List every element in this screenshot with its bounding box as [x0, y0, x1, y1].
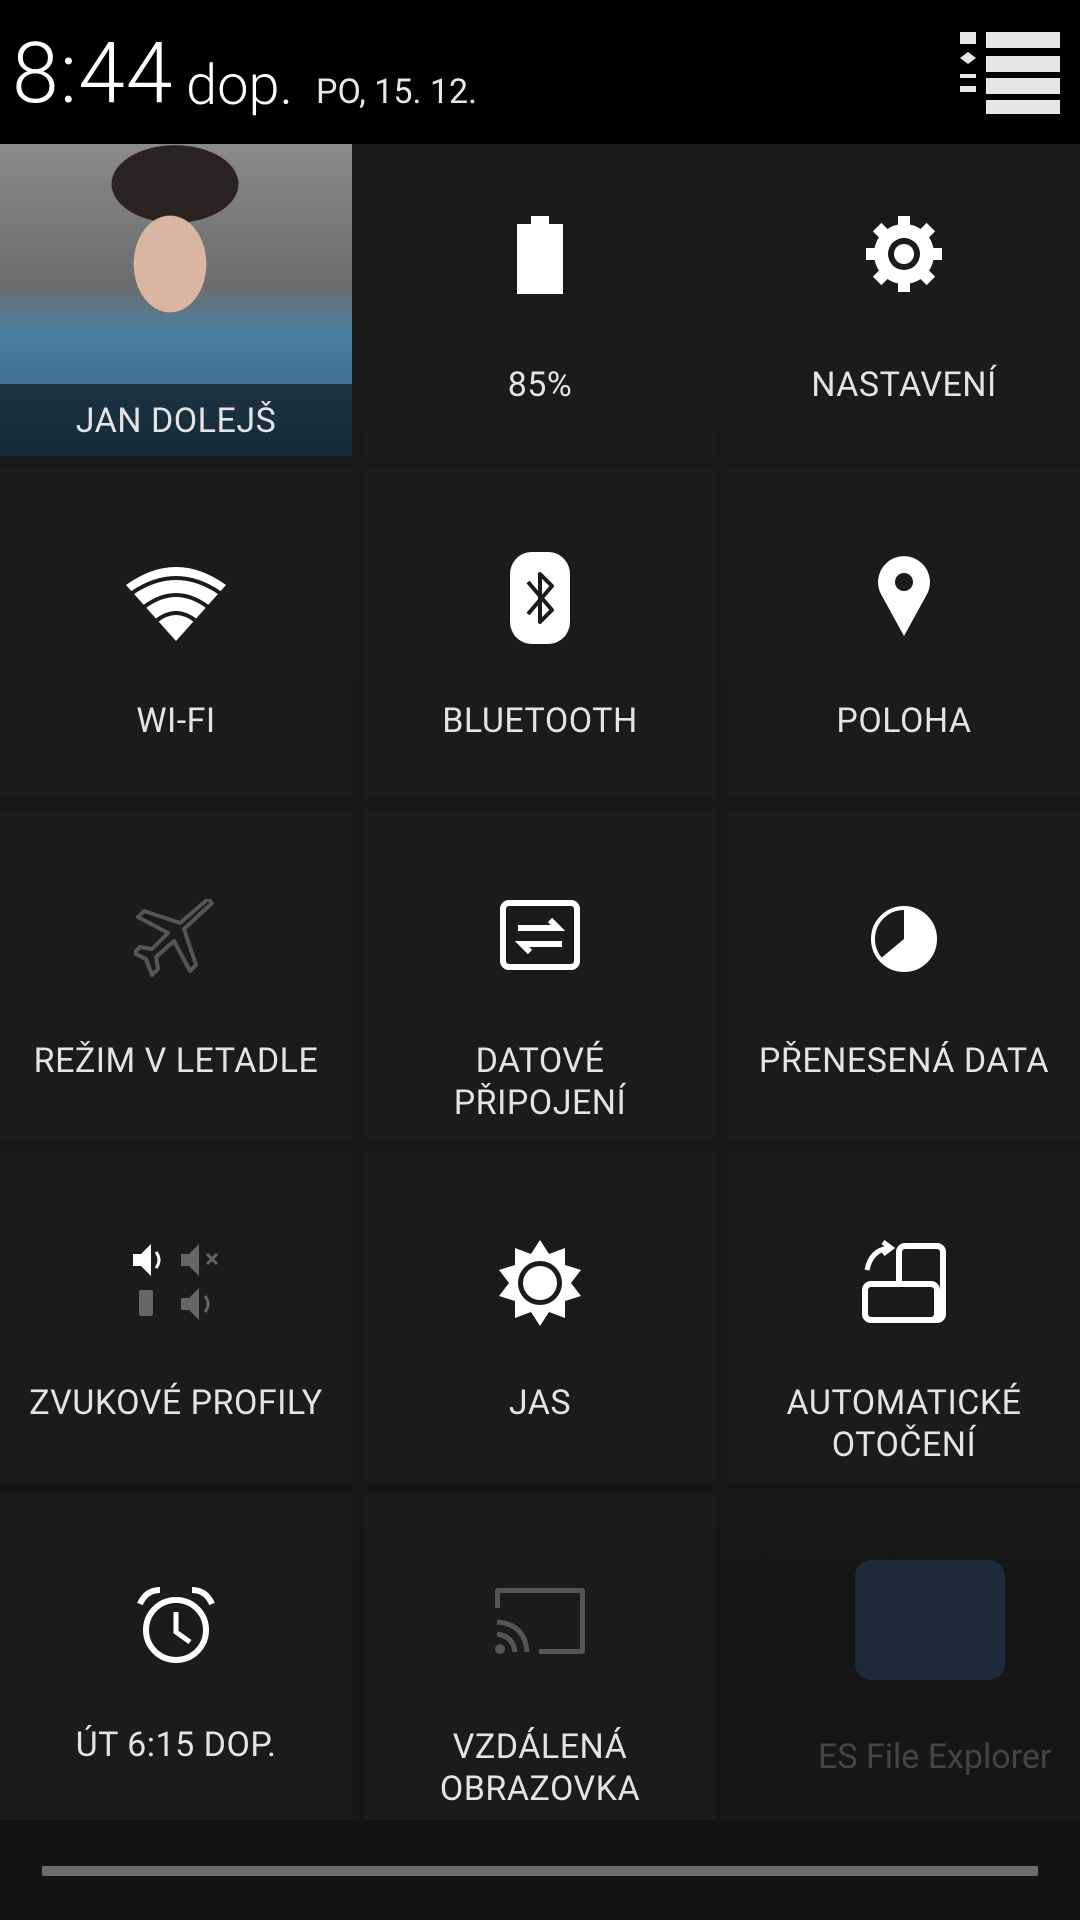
tile-label: 85%: [507, 365, 573, 405]
background-app-es-file-explorer: ES File Explorer: [720, 1485, 1051, 1785]
tile-alarm[interactable]: ÚT 6:15 DOP.: [0, 1494, 352, 1820]
tile-label: PŘENESENÁ DATA: [758, 1041, 1050, 1081]
notifications-list-icon[interactable]: [960, 30, 1060, 114]
date-label[interactable]: PO, 15. 12.: [316, 72, 477, 112]
panel-drag-handle[interactable]: [42, 1866, 1038, 1876]
battery-icon: [510, 216, 570, 296]
airplane-icon: [131, 896, 221, 986]
tile-label-line1: DATOVÉ: [475, 1041, 605, 1081]
gear-icon: [864, 214, 944, 294]
tile-brightness[interactable]: JAS: [364, 1152, 716, 1482]
auto-rotate-icon: [859, 1240, 949, 1324]
tile-auto-rotate[interactable]: AUTOMATICKÉ OTOČENÍ: [728, 1152, 1080, 1482]
tile-battery[interactable]: 85%: [364, 144, 716, 456]
tile-sound-profiles[interactable]: ZVUKOVÉ PROFILY: [0, 1152, 352, 1482]
tile-label-line2: OBRAZOVKA: [439, 1769, 641, 1809]
tile-label-line1: VZDÁLENÁ: [452, 1727, 628, 1767]
brightness-icon: [497, 1240, 583, 1326]
tile-label: JAN DOLEJŠ: [75, 401, 277, 441]
data-connection-icon: [498, 898, 582, 972]
location-pin-icon: [876, 554, 932, 638]
tile-data-usage[interactable]: PŘENESENÁ DATA: [728, 810, 1080, 1140]
tile-label: ZVUKOVÉ PROFILY: [29, 1383, 323, 1423]
alarm-clock-icon: [136, 1586, 216, 1666]
tile-cast-screen[interactable]: VZDÁLENÁ OBRAZOVKA: [364, 1494, 716, 1820]
tile-wifi[interactable]: WI-FI: [0, 468, 352, 798]
wifi-icon: [126, 564, 226, 644]
bluetooth-icon: [508, 548, 572, 648]
clock-ampm: dop.: [186, 52, 293, 118]
tile-settings[interactable]: NASTAVENÍ: [728, 144, 1080, 456]
background-app-label: ES File Explorer: [818, 1737, 1052, 1777]
tile-user-profile[interactable]: JAN DOLEJŠ: [0, 144, 352, 456]
cast-screen-icon: [495, 1586, 585, 1656]
tile-label: JAS: [508, 1383, 572, 1423]
tile-airplane-mode[interactable]: REŽIM V LETADLE: [0, 810, 352, 1140]
tile-label-line2: PŘIPOJENÍ: [453, 1083, 627, 1123]
status-header: 8:44 dop. PO, 15. 12.: [0, 0, 1080, 144]
tile-label-line1: AUTOMATICKÉ: [786, 1383, 1022, 1423]
tile-label: BLUETOOTH: [442, 701, 638, 741]
tile-label: NASTAVENÍ: [811, 365, 997, 405]
tile-label: ÚT 6:15 DOP.: [75, 1725, 277, 1765]
data-usage-icon: [869, 904, 939, 974]
sound-profiles-icon: [131, 1242, 221, 1322]
tile-location[interactable]: POLOHA: [728, 468, 1080, 798]
clock-time: 8:44: [12, 24, 174, 123]
tile-bluetooth[interactable]: BLUETOOTH: [364, 468, 716, 798]
tile-label: POLOHA: [836, 701, 972, 741]
tile-label: WI-FI: [136, 701, 216, 741]
tile-label-line2: OTOČENÍ: [831, 1425, 977, 1465]
tile-label: REŽIM V LETADLE: [33, 1041, 319, 1081]
es-file-explorer-icon: [855, 1560, 1005, 1680]
tile-data-connection[interactable]: DATOVÉ PŘIPOJENÍ: [364, 810, 716, 1140]
